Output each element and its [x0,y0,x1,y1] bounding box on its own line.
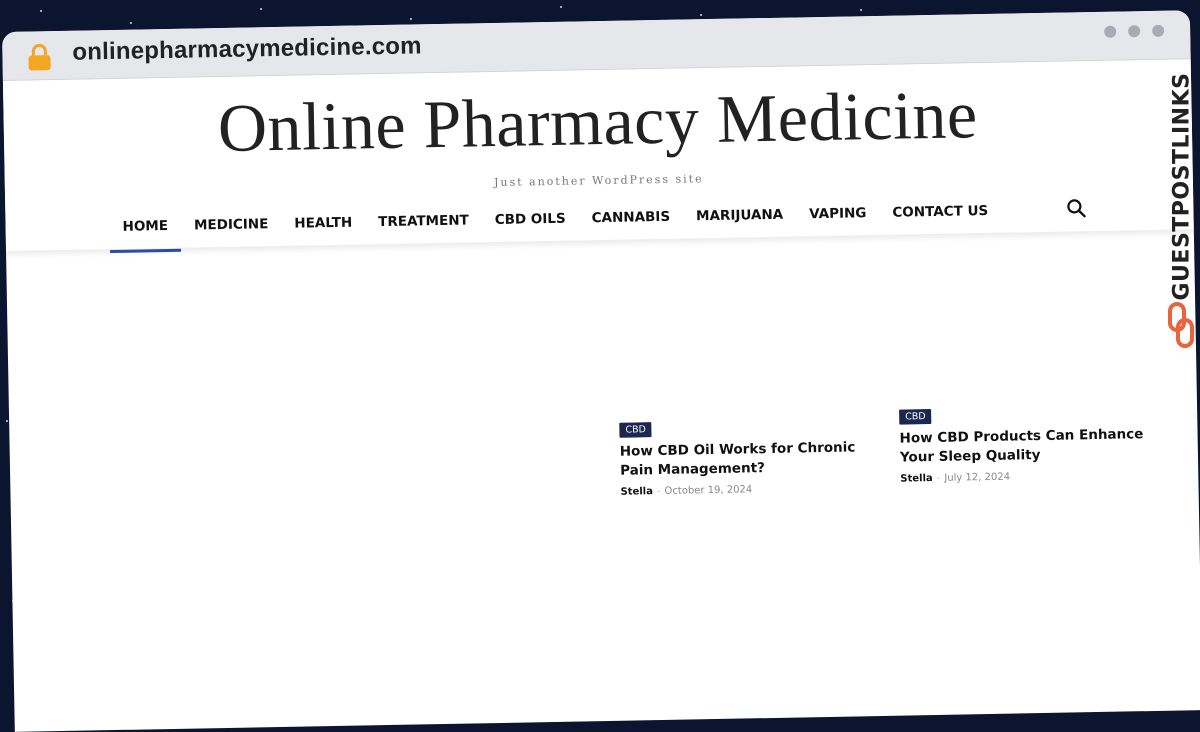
site-header: Online Pharmacy Medicine Just another Wo… [2,59,1194,253]
nav-item-cbd-oils[interactable]: CBD OILS [481,198,579,246]
post-date: July 12, 2024 [944,471,1011,484]
post-card: CBD How CBD Oil Works for Chronic Pain M… [619,415,880,498]
meta-separator: - [936,472,941,484]
window-controls [1104,24,1165,38]
post-meta: Stella - July 12, 2024 [900,469,1160,485]
post-author[interactable]: Stella [620,486,653,498]
post-author[interactable]: Stella [900,473,933,485]
nav-item-cannabis[interactable]: CANNABIS [578,197,683,245]
browser-window: onlinepharmacymedicine.com Online Pharma… [2,10,1200,732]
category-badge[interactable]: CBD [899,409,932,425]
nav-item-medicine[interactable]: MEDICINE [181,204,282,252]
category-badge[interactable]: CBD [619,422,653,438]
nav-item-vaping[interactable]: VAPING [796,193,880,241]
search-icon[interactable] [1065,197,1087,219]
nav-item-health[interactable]: HEALTH [281,202,366,250]
nav-item-home[interactable]: HOME [109,206,181,253]
main-content: CBD How CBD Oil Works for Chronic Pain M… [6,229,1200,731]
post-title[interactable]: How CBD Oil Works for Chronic Pain Manag… [620,438,881,481]
window-dot[interactable] [1152,24,1165,37]
site-title[interactable]: Online Pharmacy Medicine [3,71,1192,172]
link-icon [1168,302,1194,348]
nav-item-marijuana[interactable]: MARIJUANA [683,194,797,242]
post-meta: Stella - October 19, 2024 [620,482,880,498]
lock-icon [28,43,51,71]
nav-item-contact-us[interactable]: CONTACT US [879,191,1002,239]
post-card: CBD How CBD Products Can Enhance Your Sl… [899,402,1160,485]
window-dot[interactable] [1128,25,1141,38]
meta-separator: - [656,486,661,498]
url-text[interactable]: onlinepharmacymedicine.com [72,32,422,66]
watermark-text: GUESTPOSTLINKS [1169,72,1195,301]
post-title[interactable]: How CBD Products Can Enhance Your Sleep … [899,425,1160,468]
nav-item-treatment[interactable]: TREATMENT [365,200,482,248]
window-dot[interactable] [1104,25,1117,38]
post-date: October 19, 2024 [664,484,753,497]
guestpostlinks-watermark: GUESTPOSTLINKS [1164,56,1198,356]
